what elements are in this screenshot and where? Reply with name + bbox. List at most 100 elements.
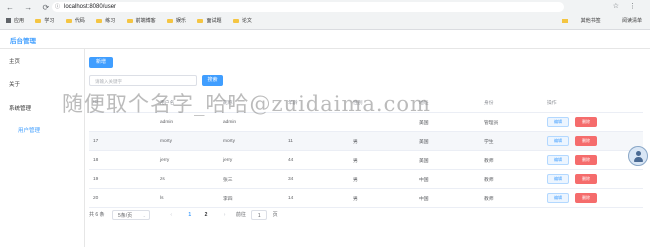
- cell-username: admin: [156, 112, 219, 132]
- sidebar-item-about[interactable]: 关于: [9, 80, 20, 88]
- cell-address: 美国: [415, 150, 480, 170]
- folder-icon: [561, 18, 568, 23]
- folder-icon: [35, 18, 42, 23]
- bookmark-item[interactable]: 娱乐: [167, 16, 186, 26]
- folder-icon: [65, 18, 72, 23]
- bookmark-other[interactable]: 其他书签: [552, 18, 601, 24]
- pagination: 共 6 条 5条/页 ⌄ ‹ 1 2 › 前往 1 页: [89, 209, 278, 221]
- delete-button[interactable]: 删除: [575, 193, 597, 203]
- column-header[interactable]: 身份: [480, 93, 543, 113]
- browser-chrome: ← → ⟳ ⓘ localhost:8080/user ☆ ⋮ 应用 学习 代码…: [0, 0, 650, 30]
- cell-username: morty: [156, 131, 219, 151]
- cell-gender: 男: [349, 169, 415, 189]
- search-button[interactable]: 搜索: [202, 75, 223, 86]
- cell-actions: 编辑 删除: [543, 188, 643, 208]
- page-number[interactable]: 1: [188, 209, 191, 221]
- bookmarks-right: 其他书签 阅读清单: [542, 16, 642, 26]
- search-input[interactable]: 请输入关键字: [89, 75, 197, 86]
- cell-age: 14: [284, 188, 349, 208]
- bookmark-item[interactable]: 学习: [35, 16, 54, 26]
- column-header[interactable]: 年龄: [284, 93, 349, 113]
- app-header: 后台管理: [0, 30, 650, 49]
- delete-button[interactable]: 删除: [575, 155, 597, 165]
- next-page-icon[interactable]: ›: [224, 209, 226, 221]
- address-bar[interactable]: ⓘ localhost:8080/user: [52, 2, 564, 12]
- table-row[interactable]: 18 jerry jerry 44 男 美国 教师 编辑 删除: [89, 150, 643, 170]
- column-header[interactable]: 地址: [415, 93, 480, 113]
- table-row[interactable]: 17 morty morty 11 男 美国 学生 编辑 删除: [89, 131, 643, 151]
- folder-icon: [96, 18, 103, 23]
- url-text: localhost:8080/user: [64, 4, 117, 10]
- cell-address: 中国: [415, 169, 480, 189]
- edit-button[interactable]: 编辑: [547, 136, 569, 146]
- cell-id: 18: [89, 150, 156, 170]
- browser-toolbar-icons[interactable]: ☆ ⋮: [613, 2, 640, 10]
- cell-nickname: admin: [219, 112, 284, 132]
- cell-nickname: 张三: [219, 169, 284, 189]
- cell-age: [284, 112, 349, 132]
- bookmark-item[interactable]: 前端博客: [126, 16, 156, 26]
- apps-icon: [6, 18, 11, 24]
- edit-button[interactable]: 编辑: [547, 117, 569, 127]
- sidebar-item-users[interactable]: 用户管理: [18, 126, 40, 134]
- folder-icon: [167, 18, 174, 23]
- bookmark-reading-list[interactable]: 阅读清单: [612, 18, 642, 24]
- user-avatar-icon[interactable]: [628, 146, 648, 166]
- edit-button[interactable]: 编辑: [547, 174, 569, 184]
- edit-button[interactable]: 编辑: [547, 155, 569, 165]
- bookmark-item[interactable]: 代码: [65, 16, 85, 26]
- folder-icon: [126, 18, 133, 23]
- cell-age: 11: [284, 131, 349, 151]
- delete-button[interactable]: 删除: [575, 117, 597, 127]
- folder-icon: [197, 18, 204, 23]
- sidebar: 主页 关于 系统管理 用户管理: [0, 49, 85, 247]
- cell-address: 中国: [415, 188, 480, 208]
- cell-role: 教师: [480, 169, 543, 189]
- cell-actions: 编辑 删除: [543, 131, 643, 151]
- pagination-total: 共 6 条: [89, 212, 105, 218]
- add-button[interactable]: 新增: [89, 57, 113, 68]
- cell-gender: 男: [349, 188, 415, 208]
- folder-icon: [232, 18, 239, 23]
- cell-role: 管理员: [480, 112, 543, 132]
- cell-username: jerry: [156, 150, 219, 170]
- cell-actions: 编辑 删除: [543, 169, 643, 189]
- sidebar-item-system[interactable]: 系统管理: [9, 104, 31, 112]
- bookmark-apps[interactable]: 应用: [6, 16, 24, 26]
- table-row[interactable]: 19 zs 张三 34 男 中国 教师 编辑 删除: [89, 169, 643, 189]
- column-header[interactable]: 用户名: [156, 93, 219, 113]
- cell-role: 教师: [480, 150, 543, 170]
- column-header[interactable]: ID: [89, 93, 156, 113]
- cell-username: zs: [156, 169, 219, 189]
- edit-button[interactable]: 编辑: [547, 193, 569, 203]
- delete-button[interactable]: 删除: [575, 136, 597, 146]
- cell-nickname: jerry: [219, 150, 284, 170]
- page-number[interactable]: 2: [205, 209, 208, 221]
- bookmark-item[interactable]: 论文: [232, 16, 252, 26]
- bookmark-item[interactable]: 练习: [96, 16, 115, 26]
- column-header[interactable]: 昵称: [219, 93, 284, 113]
- main-content: 新增 请输入关键字 搜索 ID 用户名 昵称 年龄 性别 地址 身份 操作 ad…: [85, 49, 650, 247]
- cell-actions: 编辑 删除: [543, 112, 643, 132]
- cell-nickname: morty: [219, 131, 284, 151]
- cell-gender: 男: [349, 150, 415, 170]
- bookmarks-bar: 应用 学习 代码 练习 前端博客 娱乐 面试题 论文: [6, 16, 262, 26]
- chevron-down-icon: ⌄: [142, 213, 146, 218]
- cell-id: [89, 112, 156, 132]
- cell-id: 19: [89, 169, 156, 189]
- page-size-select[interactable]: 5条/页 ⌄: [111, 210, 150, 220]
- cell-role: 学生: [480, 131, 543, 151]
- table-row[interactable]: 20 ls 李四 14 男 中国 教师 编辑 删除: [89, 188, 643, 208]
- cell-id: 20: [89, 188, 156, 208]
- table-row[interactable]: admin admin 美国 管理员 编辑 删除: [89, 112, 643, 132]
- cell-age: 34: [284, 169, 349, 189]
- delete-button[interactable]: 删除: [575, 174, 597, 184]
- browser-nav-buttons[interactable]: ← → ⟳: [6, 3, 53, 12]
- bookmark-item[interactable]: 面试题: [197, 16, 221, 26]
- sidebar-item-home[interactable]: 主页: [9, 57, 20, 65]
- cell-nickname: 李四: [219, 188, 284, 208]
- prev-page-icon[interactable]: ‹: [170, 209, 172, 221]
- goto-page-input[interactable]: 1: [251, 210, 268, 220]
- table-header-row: ID 用户名 昵称 年龄 性别 地址 身份 操作: [89, 93, 643, 113]
- column-header[interactable]: 性别: [349, 93, 415, 113]
